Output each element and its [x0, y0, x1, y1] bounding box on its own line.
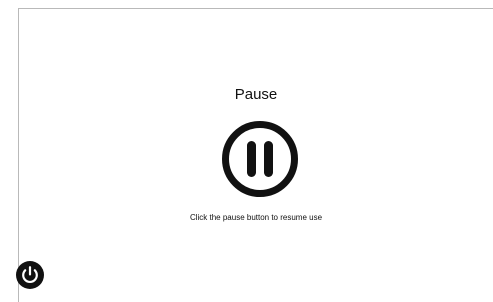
pause-title: Pause: [234, 86, 278, 103]
pause-screen: Pause Click the pause button to resume u…: [18, 8, 493, 302]
pause-button[interactable]: [220, 119, 300, 199]
power-button[interactable]: [16, 261, 44, 289]
pause-circle-icon: [222, 121, 298, 197]
resume-hint: Click the pause button to resume use: [189, 213, 323, 222]
power-icon: [16, 261, 44, 289]
